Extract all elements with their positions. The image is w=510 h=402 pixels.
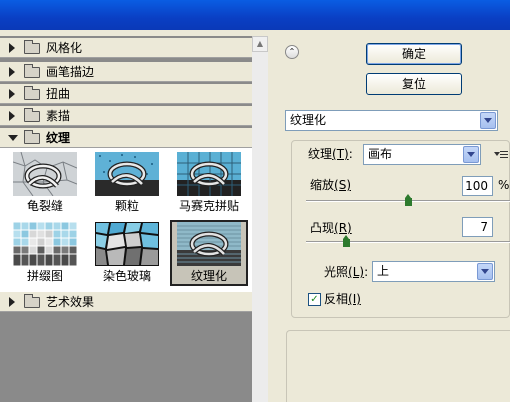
folder-icon: [24, 86, 40, 100]
expand-triangle-icon[interactable]: [9, 67, 15, 77]
ok-button[interactable]: 确定: [366, 43, 462, 65]
collapse-gallery-icon[interactable]: ⌃: [285, 45, 299, 59]
expand-triangle-icon[interactable]: [9, 111, 15, 121]
mosaic-tiles-thumbnail-icon: [177, 152, 241, 196]
collapse-triangle-icon[interactable]: [8, 135, 18, 141]
relief-slider-knob[interactable]: [343, 235, 351, 247]
category-label: 艺术效果: [46, 295, 95, 309]
scaling-unit: %: [498, 178, 510, 192]
invert-label: 反相(I): [324, 292, 361, 306]
texturizer-thumbnail-icon: [177, 222, 241, 266]
category-stylize[interactable]: 风格化: [0, 38, 252, 58]
thumb-stained-glass[interactable]: 染色玻璃: [88, 220, 166, 286]
dropdown-arrow-icon[interactable]: [480, 112, 496, 129]
grain-thumbnail-icon: [95, 152, 159, 196]
scaling-label: 缩放(S): [310, 178, 351, 192]
light-select-value: 上: [377, 264, 390, 278]
folder-icon: [24, 40, 40, 54]
category-sketch[interactable]: 素描: [0, 106, 252, 126]
thumb-label: 纹理化: [190, 269, 227, 283]
patchwork-thumbnail-icon: [13, 222, 77, 266]
texture-label: 纹理(T):: [308, 147, 353, 161]
open-folder-icon: [24, 130, 40, 144]
texture-thumbnail-grid: 龟裂缝 颗粒 马赛克拼贴 拼缀图 染色玻璃 纹理化: [0, 148, 252, 292]
light-select[interactable]: 上: [372, 261, 495, 282]
thumb-mosaic-tiles[interactable]: 马赛克拼贴: [170, 150, 248, 216]
category-texture[interactable]: 纹理: [0, 128, 252, 148]
thumb-patchwork[interactable]: 拼缀图: [6, 220, 84, 286]
category-label: 纹理: [46, 131, 71, 145]
folder-icon: [24, 294, 40, 308]
thumb-label: 拼缀图: [26, 269, 63, 283]
thumb-craquelure[interactable]: 龟裂缝: [6, 150, 84, 216]
category-distort[interactable]: 扭曲: [0, 84, 252, 104]
texture-select-value: 画布: [368, 147, 393, 161]
category-label: 素描: [46, 109, 71, 123]
category-label: 扭曲: [46, 87, 71, 101]
filter-settings-panel: ⌃ 确定 复位 纹理化 纹理(T): 画布 缩放(S) 100 % 凸现(R) …: [268, 36, 510, 402]
relief-slider-track[interactable]: [306, 241, 510, 243]
window-titlebar[interactable]: [0, 0, 510, 30]
thumb-label: 染色玻璃: [102, 269, 151, 283]
light-label: 光照(L):: [324, 265, 369, 279]
scaling-slider-knob[interactable]: [404, 194, 412, 206]
reset-button[interactable]: 复位: [366, 73, 462, 95]
thumb-label: 龟裂缝: [26, 199, 63, 213]
scroll-up-arrow-icon[interactable]: ▲: [252, 36, 268, 52]
vertical-scrollbar[interactable]: ▲: [252, 36, 268, 402]
category-label: 画笔描边: [46, 65, 95, 79]
stained-glass-thumbnail-icon: [95, 222, 159, 266]
thumb-grain[interactable]: 颗粒: [88, 150, 166, 216]
folder-icon: [24, 64, 40, 78]
thumb-label: 颗粒: [114, 199, 139, 213]
thumb-label: 马赛克拼贴: [178, 199, 239, 213]
texture-menu-icon[interactable]: [494, 149, 508, 159]
expand-triangle-icon[interactable]: [9, 297, 15, 307]
folder-icon: [24, 108, 40, 122]
scaling-input[interactable]: 100: [462, 176, 493, 196]
category-artistic[interactable]: 艺术效果: [0, 292, 252, 312]
dropdown-arrow-icon[interactable]: [463, 146, 479, 163]
thumb-texturizer[interactable]: 纹理化: [170, 220, 248, 286]
dropdown-arrow-icon[interactable]: [477, 263, 493, 280]
relief-input[interactable]: 7: [462, 217, 493, 237]
category-brush-strokes[interactable]: 画笔描边: [0, 62, 252, 82]
filter-select[interactable]: 纹理化: [285, 110, 498, 131]
relief-label: 凸现(R): [310, 221, 352, 235]
expand-triangle-icon[interactable]: [9, 89, 15, 99]
filter-gallery-list: 风格化 画笔描边 扭曲 素描 纹理 龟裂缝 颗粒 马赛克拼贴 拼缀图 染色玻璃 …: [0, 36, 268, 402]
craquelure-thumbnail-icon: [13, 152, 77, 196]
texture-select[interactable]: 画布: [363, 144, 481, 165]
expand-triangle-icon[interactable]: [9, 43, 15, 53]
effect-layers-panel: [286, 330, 510, 402]
category-label: 风格化: [46, 41, 83, 55]
invert-checkbox[interactable]: ✓: [308, 293, 321, 306]
filter-select-value: 纹理化: [290, 113, 327, 127]
